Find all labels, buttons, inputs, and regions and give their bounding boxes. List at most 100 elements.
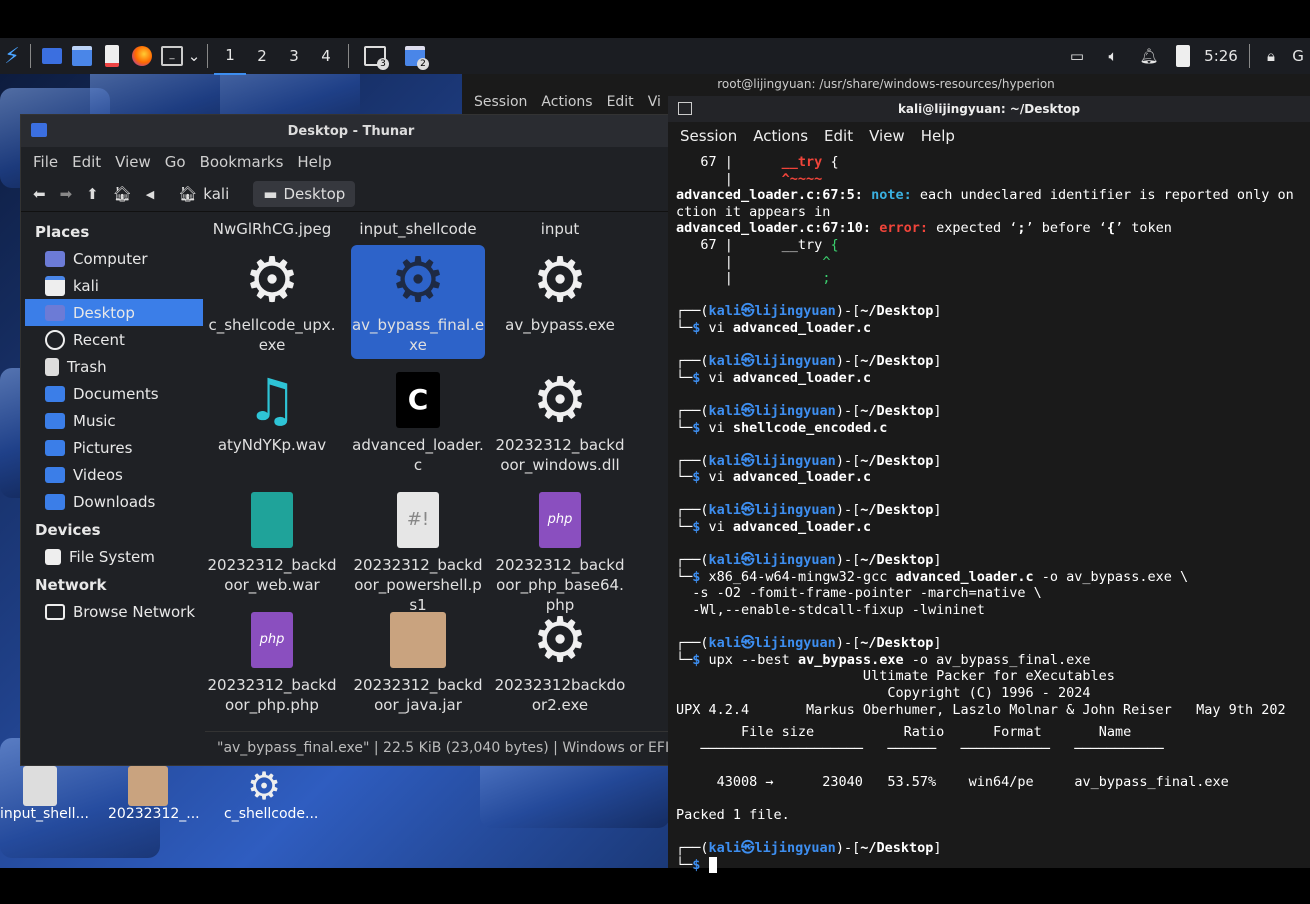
sidebar-item-label: Desktop xyxy=(73,303,135,322)
lock-screen-icon[interactable]: 🔒︎ xyxy=(1256,38,1286,74)
thunar-toolbar: ⬅ ➡ ⬆ 🏠︎ ◀ 🏠︎ kali ▬ Desktop xyxy=(21,177,681,212)
file-item[interactable]: php 20232312_backdoor_php.php xyxy=(205,605,339,715)
forward-arrow-icon[interactable]: ➡ xyxy=(60,185,73,203)
sidebar-item-label: Recent xyxy=(73,330,125,349)
show-desktop-icon[interactable] xyxy=(37,38,67,74)
file-item[interactable]: #! 20232312_backdoor_powershell.ps1 xyxy=(351,485,485,615)
menu-view[interactable]: View xyxy=(115,153,151,171)
menu-go[interactable]: Go xyxy=(165,153,186,171)
terminal-window: kali@lijingyuan: ~/Desktop Session Actio… xyxy=(668,96,1310,873)
home-icon[interactable]: 🏠︎ xyxy=(113,185,132,203)
menu-edit[interactable]: Edit xyxy=(607,94,634,110)
upx-cell-name: av_bypass_final.exe xyxy=(1074,773,1229,790)
sidebar-item-label: Music xyxy=(73,411,116,430)
volume-icon[interactable]: 🔈︎ xyxy=(1095,38,1131,74)
file-item[interactable]: php 20232312_backdoor_php_base64.php xyxy=(493,485,627,615)
menu-session[interactable]: Session xyxy=(680,127,737,145)
kali-menu-icon[interactable]: ⚡ xyxy=(0,38,24,74)
file-item[interactable]: input_shellcode xyxy=(351,219,485,239)
file-label: input_shellcode xyxy=(359,220,477,238)
sidebar-item-label: Pictures xyxy=(73,438,133,457)
terminal-titlebar[interactable]: kali@lijingyuan: ~/Desktop xyxy=(668,96,1310,122)
file-label: NwGlRhCG.jpeg xyxy=(212,220,332,238)
file-icon-wrap: php xyxy=(493,485,627,555)
file-icon-wrap: ⚙ xyxy=(351,245,485,315)
menu-actions[interactable]: Actions xyxy=(541,94,592,110)
file-icon-wrap: ⚙ xyxy=(493,365,627,435)
up-arrow-icon[interactable]: ⬆ xyxy=(86,185,99,203)
battery-icon[interactable] xyxy=(1167,38,1199,74)
sidebar-item-computer[interactable]: Computer xyxy=(25,245,203,272)
notification-bell-icon[interactable]: 🔔︎ xyxy=(1131,38,1167,74)
workspace-2[interactable]: 2 xyxy=(246,38,278,74)
workspace-1[interactable]: 1 xyxy=(214,37,246,75)
upx-header-name: Name xyxy=(1098,724,1132,741)
file-icon-wrap xyxy=(351,605,485,675)
file-item[interactable]: NwGlRhCG.jpeg xyxy=(205,219,339,239)
breadcrumb-left-icon[interactable]: ◀ xyxy=(146,188,154,201)
file-item[interactable]: 20232312_backdoor_java.jar xyxy=(351,605,485,715)
breadcrumb-kali[interactable]: 🏠︎ kali xyxy=(168,181,239,207)
file-item[interactable]: ⚙ 20232312_backdoor_windows.dll xyxy=(493,365,627,475)
file-item[interactable]: ⚙ c_shellcode_upx.exe xyxy=(205,245,339,355)
file-manager-icon[interactable] xyxy=(67,38,97,74)
taskbar-files-group[interactable]: 2 xyxy=(395,38,435,74)
desktop-folder-icon xyxy=(45,304,65,321)
gear-icon: ⚙ xyxy=(244,243,300,316)
menu-actions[interactable]: Actions xyxy=(753,127,808,145)
file-item[interactable]: ♫ atyNdYKp.wav xyxy=(205,365,339,455)
sidebar-item-label: Downloads xyxy=(73,492,156,511)
sidebar-item-downloads[interactable]: Downloads xyxy=(25,488,203,515)
menu-help[interactable]: Help xyxy=(921,127,955,145)
file-label: av_bypass_final.exe xyxy=(351,316,485,354)
workspace-4[interactable]: 4 xyxy=(310,38,342,74)
clock[interactable]: 5:26 xyxy=(1199,38,1243,74)
desktop-icon-backdoor[interactable]: 20232312_... xyxy=(108,766,200,822)
menu-view[interactable]: View xyxy=(869,127,905,145)
chevron-down-icon[interactable]: ⌄ xyxy=(187,38,201,74)
terminal-menubar: Session Actions Edit View Help xyxy=(668,122,1310,150)
file-item[interactable]: input xyxy=(493,219,627,239)
sidebar-item-browse-network[interactable]: Browse Network xyxy=(25,598,203,625)
file-item[interactable]: ⚙ 20232312backdoor2.exe xyxy=(493,605,627,715)
sidebar-item-trash[interactable]: Trash xyxy=(25,353,203,380)
sidebar-item-music[interactable]: Music xyxy=(25,407,203,434)
breadcrumb-desktop[interactable]: ▬ Desktop xyxy=(253,181,356,207)
power-icon[interactable]: G xyxy=(1286,38,1310,74)
sidebar-item-kali[interactable]: kali xyxy=(25,272,203,299)
thunar-titlebar[interactable]: Desktop - Thunar xyxy=(21,115,681,147)
upx-cell-format: win64/pe xyxy=(968,773,1034,790)
file-item[interactable]: Cadvanced_loader.c xyxy=(351,365,485,475)
upx-header-ratio: Ratio xyxy=(903,724,945,741)
desktop-icon-input-shellcode[interactable]: input_shell... xyxy=(0,766,89,822)
sidebar-item-desktop[interactable]: Desktop xyxy=(25,299,203,326)
file-item[interactable]: ⚙ av_bypass_final.exe xyxy=(351,245,485,359)
workspace-3[interactable]: 3 xyxy=(278,38,310,74)
terminal-output[interactable]: 67 | __try { | ^~~~~ advanced_loader.c:6… xyxy=(668,150,1310,878)
terminal-launcher-icon[interactable]: _ xyxy=(157,38,187,74)
sidebar-item-videos[interactable]: Videos xyxy=(25,461,203,488)
menu-edit[interactable]: Edit xyxy=(72,153,101,171)
menu-view[interactable]: Vi xyxy=(648,94,661,110)
desktop-icon-c-shellcode[interactable]: ⚙ c_shellcode... xyxy=(224,766,318,822)
menu-session[interactable]: Session xyxy=(474,94,527,110)
back-arrow-icon[interactable]: ⬅ xyxy=(33,185,46,203)
display-icon[interactable]: ▭ xyxy=(1059,38,1095,74)
sidebar-item-pictures[interactable]: Pictures xyxy=(25,434,203,461)
upx-table: File size Ratio Format Name ────────────… xyxy=(700,724,1229,790)
sidebar-item-documents[interactable]: Documents xyxy=(25,380,203,407)
file-icon-wrap: php xyxy=(205,605,339,675)
taskbar-terminal-group[interactable]: 3 xyxy=(355,38,395,74)
thunar-window: Desktop - Thunar File Edit View Go Bookm… xyxy=(20,114,693,766)
sidebar-item-filesystem[interactable]: File System xyxy=(25,543,203,570)
firefox-icon[interactable] xyxy=(127,38,157,74)
file-item[interactable]: ⚙ av_bypass.exe xyxy=(493,245,627,335)
sidebar-item-recent[interactable]: Recent xyxy=(25,326,203,353)
script-file-icon: #! xyxy=(397,492,439,548)
menu-bookmarks[interactable]: Bookmarks xyxy=(200,153,284,171)
menu-edit[interactable]: Edit xyxy=(824,127,853,145)
text-editor-icon[interactable] xyxy=(97,38,127,74)
menu-file[interactable]: File xyxy=(33,153,58,171)
file-item[interactable]: 20232312_backdoor_web.war xyxy=(205,485,339,595)
menu-help[interactable]: Help xyxy=(297,153,331,171)
